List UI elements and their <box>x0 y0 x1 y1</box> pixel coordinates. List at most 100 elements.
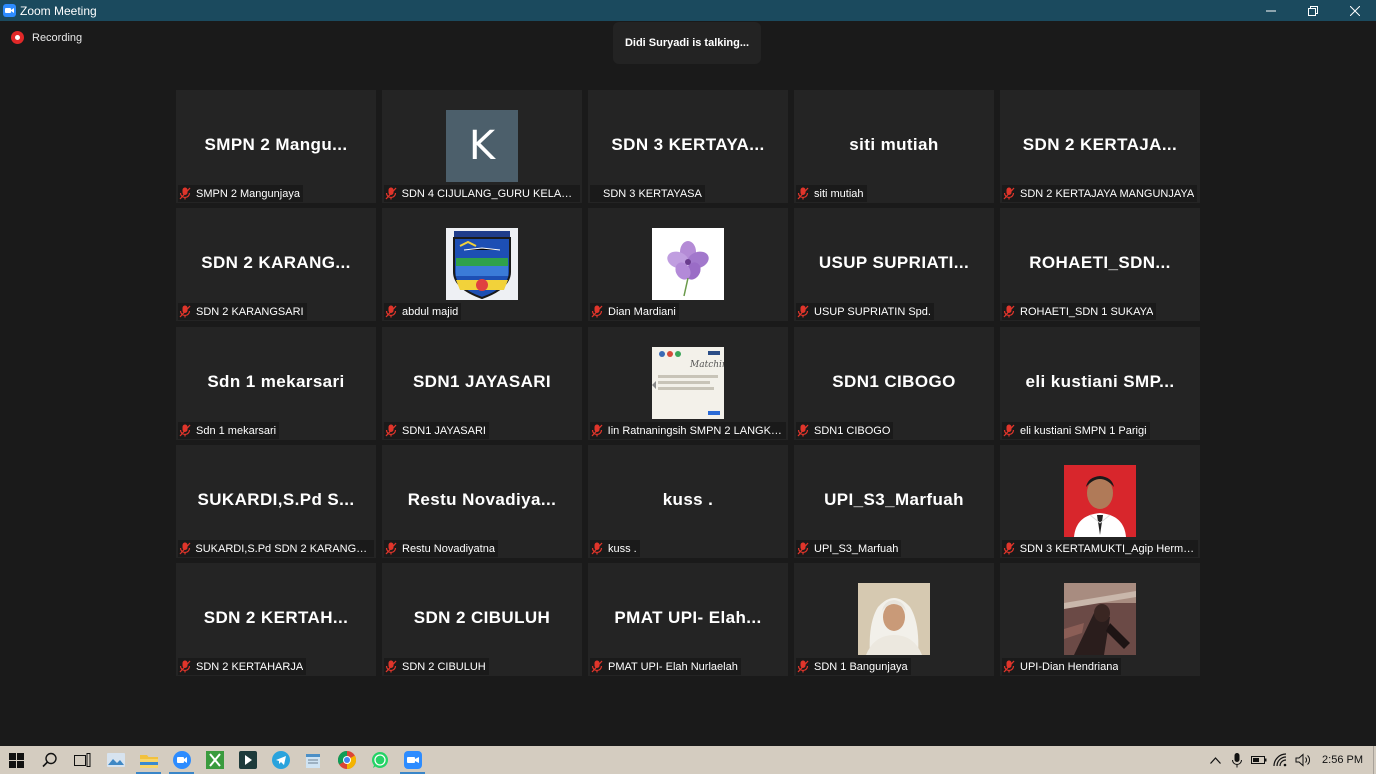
meeting-area: Recording Didi Suryadi is talking... SMP… <box>0 21 1376 746</box>
participant-tile[interactable]: SDN 2 KERTAJA... SDN 2 KERTAJAYA MANGUNJA… <box>1000 90 1200 203</box>
muted-mic-icon <box>384 187 398 201</box>
participant-tile[interactable]: kuss . kuss . <box>588 445 788 558</box>
muted-mic-icon <box>178 424 192 438</box>
muted-mic-icon <box>384 542 398 556</box>
participant-display-name: USUP SUPRIATI... <box>818 253 970 272</box>
taskbar-zoom-meeting[interactable] <box>396 746 429 774</box>
participant-avatar <box>652 228 724 300</box>
spreadsheet-icon <box>205 751 224 769</box>
battery-tray-button[interactable] <box>1248 746 1270 774</box>
volume-tray-button[interactable] <box>1292 746 1314 774</box>
taskbar-media-app[interactable] <box>231 746 264 774</box>
recording-label: Recording <box>32 31 83 44</box>
participant-display-name: UPI_S3_Marfuah <box>824 490 964 509</box>
participant-display-name: SDN 2 CIBULUH <box>413 608 551 627</box>
participant-name: SDN 2 CIBULUH <box>402 660 486 673</box>
participant-avatar: Matching <box>652 347 724 419</box>
media-app-icon <box>238 751 257 769</box>
recording-indicator[interactable]: Recording <box>11 31 82 44</box>
participant-tile[interactable]: siti mutiah siti mutiah <box>794 90 994 203</box>
speaker-icon <box>1295 753 1310 767</box>
participant-display-name: SDN 2 KARANG... <box>201 253 351 272</box>
participant-tile[interactable]: USUP SUPRIATI... USUP SUPRIATIN Spd. <box>794 208 994 321</box>
taskbar-file-explorer[interactable] <box>132 746 165 774</box>
participant-name-label: SDN 2 KARANGSARI <box>178 303 307 320</box>
muted-mic-icon <box>384 660 398 674</box>
participant-name-label: UPI_S3_Marfuah <box>796 540 902 557</box>
taskbar-zoom[interactable] <box>165 746 198 774</box>
task-view-button[interactable] <box>66 746 99 774</box>
restore-button[interactable] <box>1292 0 1334 21</box>
participant-name-label: SDN1 JAYASARI <box>384 422 489 439</box>
muted-mic-icon <box>384 424 398 438</box>
participant-tile[interactable]: PMAT UPI- Elah... PMAT UPI- Elah Nurlaela… <box>588 563 788 676</box>
participant-name: Dian Mardiani <box>608 305 676 318</box>
microphone-tray-button[interactable] <box>1226 746 1248 774</box>
gallery-grid: SMPN 2 Mangu... SMPN 2 Mangunjaya K SDN 4 C… <box>176 90 1200 676</box>
participant-name: siti mutiah <box>814 187 864 200</box>
participant-tile[interactable]: UPI_S3_Marfuah UPI_S3_Marfuah <box>794 445 994 558</box>
participant-tile[interactable]: SDN 2 KERTAH... SDN 2 KERTAHARJA <box>176 563 376 676</box>
participant-display-name: SDN 3 KERTAYA... <box>611 135 765 154</box>
muted-mic-icon <box>796 542 810 556</box>
recording-icon <box>11 31 24 44</box>
participant-display-name: SMPN 2 Mangu... <box>204 135 348 154</box>
participant-name-label: SDN 2 CIBULUH <box>384 658 489 675</box>
participant-name-label: SDN 2 KERTAJAYA MANGUNJAYA <box>1002 185 1198 202</box>
participant-tile[interactable]: Dian Mardiani <box>588 208 788 321</box>
participant-name: USUP SUPRIATIN Spd. <box>814 305 931 318</box>
participant-tile[interactable]: K SDN 4 CIJULANG_GURU KELAS VI <box>382 90 582 203</box>
network-tray-button[interactable] <box>1270 746 1292 774</box>
windows-start-button[interactable] <box>0 746 33 774</box>
taskbar-excel[interactable] <box>198 746 231 774</box>
active-speaker-toast: Didi Suryadi is talking... <box>613 22 761 64</box>
svg-text:Matching: Matching <box>689 360 724 370</box>
participant-tile[interactable]: eli kustiani SMP... eli kustiani SMPN 1 P… <box>1000 327 1200 440</box>
participant-tile[interactable]: abdul majid <box>382 208 582 321</box>
participant-name: UPI-Dian Hendriana <box>1020 660 1119 673</box>
taskbar-telegram[interactable] <box>264 746 297 774</box>
muted-mic-icon <box>1002 187 1016 201</box>
muted-mic-icon <box>1002 424 1016 438</box>
participant-tile[interactable]: ROHAETI_SDN... ROHAETI_SDN 1 SUKAYA <box>1000 208 1200 321</box>
muted-mic-icon <box>178 305 192 319</box>
participant-tile[interactable]: SDN1 JAYASARI SDN1 JAYASARI <box>382 327 582 440</box>
participant-tile[interactable]: Restu Novadiya... Restu Novadiyatna <box>382 445 582 558</box>
muted-mic-icon <box>1002 305 1016 319</box>
taskbar-whatsapp[interactable] <box>363 746 396 774</box>
search-button[interactable] <box>33 746 66 774</box>
participant-name: Iin Ratnaningsih SMPN 2 LANGKA... <box>607 424 783 437</box>
participant-name-label: SDN 1 Bangunjaya <box>796 658 911 675</box>
taskbar-photos[interactable] <box>99 746 132 774</box>
participant-name-label: SDN1 CIBOGO <box>796 422 894 439</box>
taskbar: 2:56 PM <box>0 746 1376 774</box>
participant-tile[interactable]: SDN 2 CIBULUH SDN 2 CIBULUH <box>382 563 582 676</box>
participant-tile[interactable]: SDN 3 KERTAMUKTI_Agip Herma... <box>1000 445 1200 558</box>
participant-display-name: Sdn 1 mekarsari <box>207 372 345 391</box>
close-button[interactable] <box>1334 0 1376 21</box>
taskbar-clock[interactable]: 2:56 PM <box>1322 754 1363 766</box>
close-icon <box>1350 5 1360 16</box>
muted-mic-icon <box>590 305 604 319</box>
muted-mic-icon <box>590 542 604 556</box>
participant-display-name: SDN1 CIBOGO <box>832 372 956 391</box>
participant-tile[interactable]: SDN1 CIBOGO SDN1 CIBOGO <box>794 327 994 440</box>
participant-name: SDN 4 CIJULANG_GURU KELAS VI <box>401 187 577 200</box>
participant-name: SDN1 CIBOGO <box>814 424 891 437</box>
participant-tile[interactable]: SDN 2 KARANG... SDN 2 KARANGSARI <box>176 208 376 321</box>
participant-tile[interactable]: SDN 3 KERTAYA... SDN 3 KERTAYASA <box>588 90 788 203</box>
participant-tile[interactable]: SUKARDI,S.Pd S... SUKARDI,S.Pd SDN 2 KARA… <box>176 445 376 558</box>
taskbar-notepad[interactable] <box>297 746 330 774</box>
participant-tile[interactable]: SMPN 2 Mangu... SMPN 2 Mangunjaya <box>176 90 376 203</box>
task-view-icon <box>74 752 91 767</box>
participant-tile[interactable]: Sdn 1 mekarsari Sdn 1 mekarsari <box>176 327 376 440</box>
show-hidden-icons-button[interactable] <box>1204 746 1226 774</box>
participant-tile[interactable]: UPI-Dian Hendriana <box>1000 563 1200 676</box>
participant-tile[interactable]: SDN 1 Bangunjaya <box>794 563 994 676</box>
participant-tile[interactable]: Matching Iin Ratnaningsih SMPN 2 LANGKA..… <box>588 327 788 440</box>
minimize-button[interactable] <box>1250 0 1292 21</box>
participant-display-name: kuss . <box>662 490 714 509</box>
taskbar-chrome[interactable] <box>330 746 363 774</box>
restore-icon <box>1308 5 1318 16</box>
participant-name-label: USUP SUPRIATIN Spd. <box>796 303 934 320</box>
